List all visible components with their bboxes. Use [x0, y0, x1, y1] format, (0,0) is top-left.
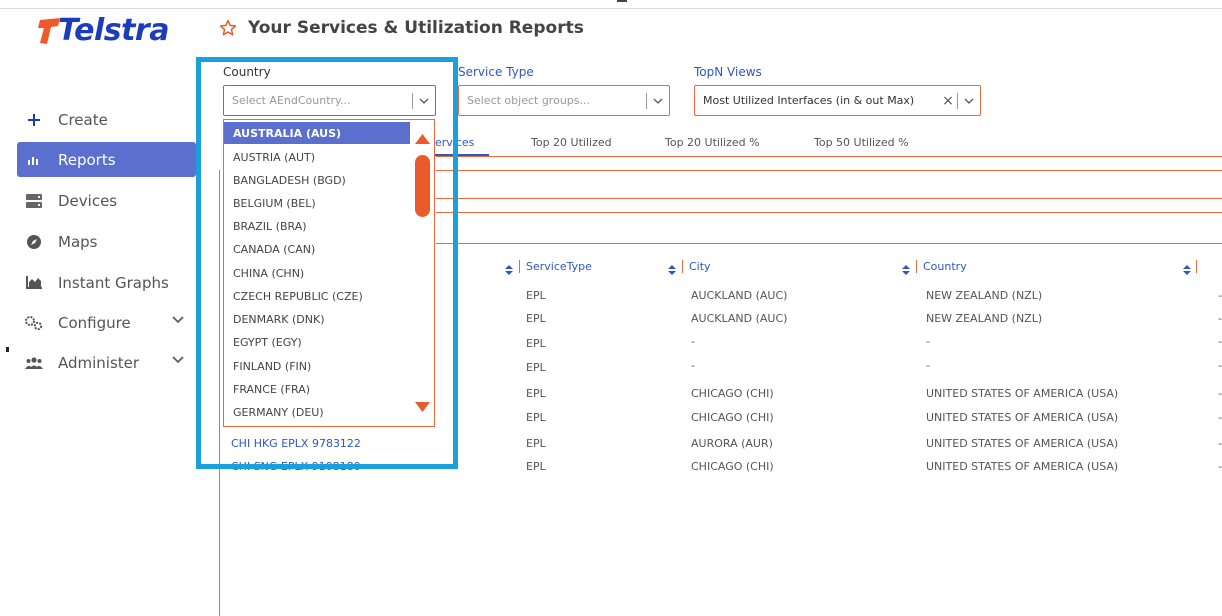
panel-line — [436, 170, 1222, 171]
top-border — [0, 8, 1222, 9]
window-minimize-mark — [617, 0, 627, 2]
topn-views-label: TopN Views — [694, 65, 762, 79]
highlight-box — [196, 57, 458, 469]
server-icon — [25, 193, 43, 208]
sidebar-item-create[interactable]: Create — [17, 102, 196, 137]
users-icon — [25, 356, 43, 370]
sort-icon[interactable] — [902, 260, 910, 279]
column-header-label: City — [689, 259, 711, 273]
cell-service-type: EPL — [526, 289, 546, 302]
cell-city: AURORA (AUR) — [691, 437, 773, 450]
service-type-label: Service Type — [458, 65, 534, 79]
column-header-partial[interactable] — [1196, 259, 1203, 273]
cell-city: AUCKLAND (AUC) — [691, 289, 788, 302]
cell-extra: - — [1218, 387, 1222, 400]
sidebar-item-configure[interactable]: Configure — [17, 305, 196, 340]
sidebar-item-devices[interactable]: Devices — [17, 183, 196, 218]
cell-service-type: EPL — [526, 387, 546, 400]
service-type-select[interactable]: Select object groups... — [458, 85, 670, 116]
cell-extra: - — [1218, 289, 1222, 302]
cell-city: CHICAGO (CHI) — [691, 460, 774, 473]
column-divider — [916, 259, 917, 273]
sidebar-item-instant-graphs[interactable]: Instant Graphs — [17, 265, 196, 300]
cell-service-type: EPL — [526, 337, 546, 350]
column-header-label: Country — [923, 259, 967, 273]
cell-country: UNITED STATES OF AMERICA (USA) — [926, 437, 1119, 450]
cell-city: CHICAGO (CHI) — [691, 387, 774, 400]
clear-icon[interactable]: × — [939, 93, 957, 109]
column-header-city[interactable]: City — [682, 259, 711, 273]
chevron-down-icon[interactable] — [647, 98, 669, 104]
cell-city: CHICAGO (CHI) — [691, 411, 774, 424]
cell-service-type: EPL — [526, 460, 546, 473]
service-type-placeholder: Select object groups... — [467, 94, 590, 107]
area-chart-icon — [25, 276, 43, 289]
topn-views-select[interactable]: Most Utilized Interfaces (in & out Max) … — [694, 85, 981, 116]
sidebar-item-label: Reports — [58, 150, 116, 169]
chevron-down-icon[interactable] — [172, 356, 184, 364]
gears-icon — [25, 315, 43, 330]
compass-icon — [25, 234, 43, 249]
column-divider — [682, 259, 683, 273]
cell-country: NEW ZEALAND (NZL) — [926, 312, 1043, 325]
cell-service-type: EPL — [526, 312, 546, 325]
column-divider — [1196, 259, 1197, 273]
cell-service-type: EPL — [526, 361, 546, 374]
sort-icon[interactable] — [1183, 260, 1191, 279]
cell-country: UNITED STATES OF AMERICA (USA) — [926, 460, 1119, 473]
cell-city: - — [691, 359, 695, 372]
panel-line — [436, 212, 1222, 213]
sort-icon[interactable] — [505, 260, 513, 279]
column-header-country[interactable]: Country — [916, 259, 967, 273]
chevron-down-icon[interactable] — [958, 98, 980, 104]
page-title: Your Services & Utilization Reports — [248, 18, 584, 38]
column-header-servicetype[interactable]: ServiceType — [519, 259, 592, 273]
plus-icon — [25, 113, 43, 127]
cell-extra: - — [1218, 312, 1222, 325]
cell-extra: - — [1218, 359, 1222, 372]
cell-country: UNITED STATES OF AMERICA (USA) — [926, 387, 1119, 400]
cell-extra: - — [1218, 335, 1222, 348]
bar-chart-icon — [25, 155, 43, 165]
sidebar-item-label: Configure — [58, 313, 131, 332]
cell-country: - — [926, 359, 930, 372]
tab-top-50-utilized-percent[interactable]: Top 50 Utilized % — [814, 136, 909, 149]
tab-top-20-utilized[interactable]: Top 20 Utilized — [531, 136, 612, 149]
page-header: Your Services & Utilization Reports — [219, 18, 584, 38]
sidebar-item-label: Create — [58, 110, 108, 129]
cell-country: UNITED STATES OF AMERICA (USA) — [926, 411, 1119, 424]
sort-icon[interactable] — [668, 260, 676, 279]
cell-country: - — [926, 335, 930, 348]
cell-city: AUCKLAND (AUC) — [691, 312, 788, 325]
sidebar-item-label: Maps — [58, 232, 98, 251]
tab-divider — [436, 156, 1222, 157]
cell-service-type: EPL — [526, 411, 546, 424]
cell-city: - — [691, 335, 695, 348]
panel-line — [436, 198, 1222, 199]
edge-mark — [6, 347, 9, 352]
sidebar-item-reports[interactable]: Reports — [17, 142, 196, 177]
cell-extra: - — [1218, 460, 1222, 473]
cell-country: NEW ZEALAND (NZL) — [926, 289, 1043, 302]
cell-service-type: EPL — [526, 437, 546, 450]
tab-top-20-utilized-percent[interactable]: Top 20 Utilized % — [665, 136, 760, 149]
favorite-star-icon[interactable] — [219, 19, 237, 37]
topn-views-value: Most Utilized Interfaces (in & out Max) — [703, 94, 915, 107]
logo-text: Telstra — [58, 13, 169, 48]
cell-extra: - — [1218, 437, 1222, 450]
sidebar-item-label: Instant Graphs — [58, 273, 169, 292]
sidebar-item-administer[interactable]: Administer — [17, 345, 196, 380]
chevron-down-icon[interactable] — [172, 316, 184, 324]
column-header-label: ServiceType — [526, 259, 592, 273]
cell-extra: - — [1218, 411, 1222, 424]
sidebar-item-maps[interactable]: Maps — [17, 224, 196, 259]
panel-line — [436, 243, 1222, 244]
sidebar-item-label: Administer — [58, 353, 140, 372]
sidebar-item-label: Devices — [58, 191, 118, 210]
column-divider — [519, 259, 520, 273]
